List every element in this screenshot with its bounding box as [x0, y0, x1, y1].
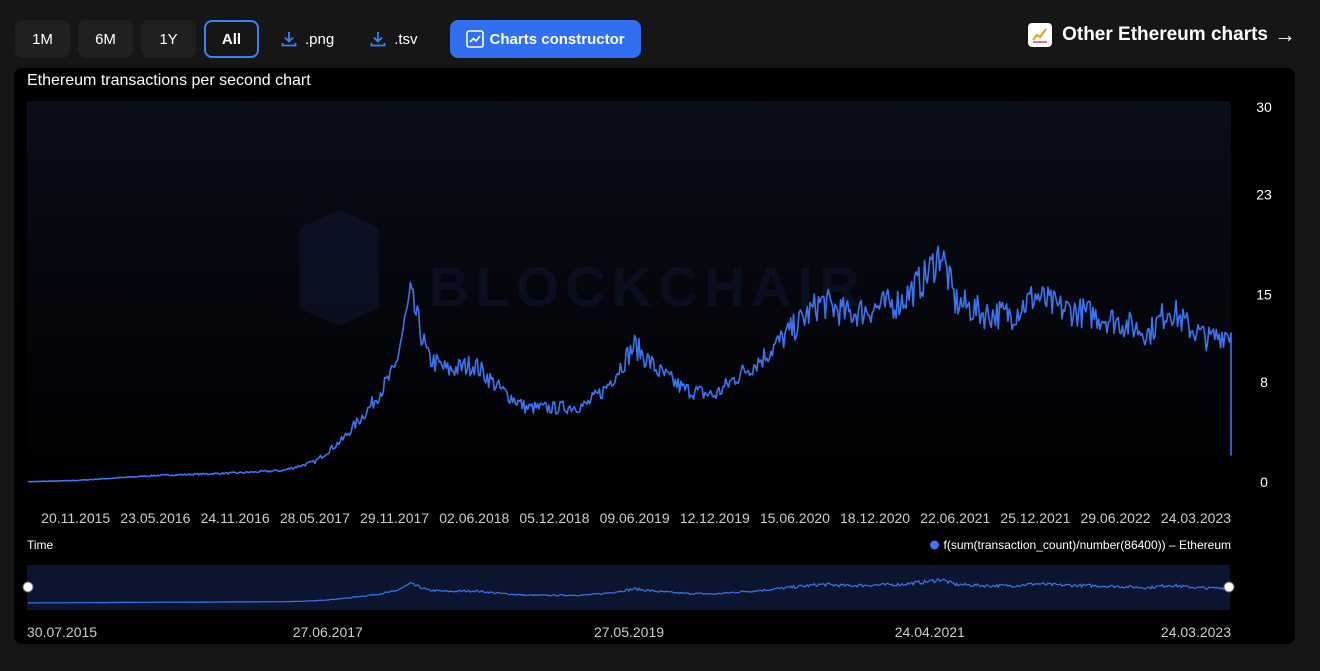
navigator[interactable] — [22, 565, 1235, 610]
navigator-tick-label: 30.07.2015 — [27, 624, 97, 640]
x-tick-label: 28.05.2017 — [280, 510, 350, 526]
x-tick-label: 15.06.2020 — [760, 510, 830, 526]
y-tick-label: 8 — [1260, 374, 1268, 390]
range-1m-button[interactable]: 1M — [15, 20, 70, 58]
legend-marker — [930, 540, 939, 550]
x-tick-label: 09.06.2019 — [600, 510, 670, 526]
x-tick-label: 24.03.2023 — [1161, 510, 1231, 526]
navigator-area — [27, 565, 1230, 610]
chart-icon — [465, 30, 484, 48]
download-png-label: .png — [305, 30, 335, 48]
toolbar: 1M 6M 1Y All .png .tsv Charts constructo… — [15, 20, 649, 58]
x-tick-label: 18.12.2020 — [840, 510, 910, 526]
navigator-left-handle[interactable] — [22, 581, 34, 593]
y-tick-label: 23 — [1256, 187, 1272, 203]
svg-text:BLOCKCHAIR: BLOCKCHAIR — [429, 255, 865, 318]
other-ethereum-charts-label: Other Ethereum charts — [1062, 24, 1268, 45]
x-tick-label: 20.11.2015 — [41, 510, 110, 526]
navigator-tick-label: 24.03.2023 — [1161, 624, 1231, 640]
download-icon — [281, 32, 297, 47]
arrow-right-icon: → — [1274, 22, 1296, 47]
range-1y-button[interactable]: 1Y — [141, 20, 196, 58]
y-tick-label: 0 — [1260, 474, 1268, 490]
x-tick-label: 24.11.2016 — [201, 510, 270, 526]
charts-constructor-button[interactable]: Charts constructor — [449, 20, 641, 58]
range-6m-button[interactable]: 6M — [78, 20, 133, 58]
other-ethereum-charts-link[interactable]: Other Ethereum charts → — [1028, 22, 1296, 48]
navigator-tick-label: 27.06.2017 — [293, 624, 363, 640]
x-tick-label: 25.12.2021 — [1000, 510, 1070, 526]
download-tsv-button[interactable]: .tsv — [356, 20, 431, 58]
x-tick-label: 02.06.2018 — [439, 510, 509, 526]
x-tick-label: 12.12.2019 — [680, 510, 750, 526]
download-icon — [370, 32, 386, 47]
navigator-right-handle[interactable] — [1223, 581, 1235, 593]
download-tsv-label: .tsv — [394, 30, 418, 48]
x-tick-label: 29.06.2022 — [1080, 510, 1150, 526]
chart-svg: BLOCKCHAIR 30 23 15 8 0 20.11.2015 23.05.2016… — [22, 99, 1272, 640]
y-tick-label: 30 — [1256, 99, 1272, 115]
x-tick-label: 22.06.2021 — [920, 510, 990, 526]
legend: f(sum(transaction_count)/number(86400)) … — [930, 538, 1231, 552]
charts-constructor-label: Charts constructor — [489, 30, 625, 48]
y-tick-label: 15 — [1256, 287, 1272, 303]
trend-chart-icon — [1028, 23, 1053, 47]
x-axis-label: Time — [27, 538, 54, 552]
x-tick-label: 05.12.2018 — [519, 510, 589, 526]
chart-panel: Ethereum transactions per second chart B… — [14, 68, 1295, 644]
download-png-button[interactable]: .png — [267, 20, 348, 58]
navigator-tick-label: 24.04.2021 — [895, 624, 965, 640]
x-tick-label: 23.05.2016 — [120, 510, 190, 526]
legend-label: f(sum(transaction_count)/number(86400)) … — [944, 538, 1231, 552]
navigator-tick-label: 27.05.2019 — [594, 624, 664, 640]
range-all-button[interactable]: All — [204, 20, 259, 58]
x-tick-label: 29.11.2017 — [360, 510, 429, 526]
